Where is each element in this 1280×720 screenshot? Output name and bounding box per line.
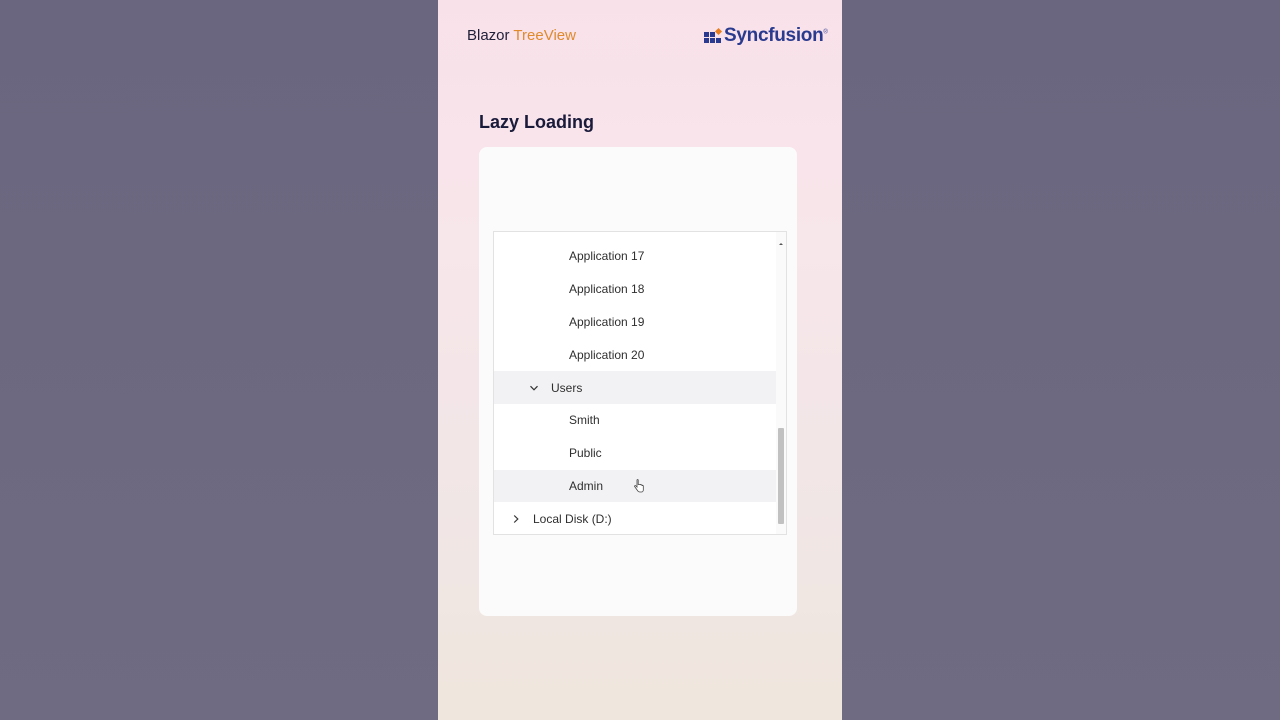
tree-node-public[interactable]: Public	[494, 437, 776, 470]
logo-grid-icon	[704, 27, 723, 46]
vertical-scrollbar[interactable]	[776, 232, 786, 534]
tree-node-application-18[interactable]: Application 18	[494, 273, 776, 306]
brand-accent: TreeView	[513, 27, 576, 44]
tree-node-label: Users	[551, 380, 583, 395]
section-title: Lazy Loading	[479, 112, 595, 132]
left-backdrop	[0, 0, 438, 720]
right-backdrop	[842, 0, 1280, 720]
tree-node-application-19[interactable]: Application 19	[494, 306, 776, 339]
tree-node-label: Local Disk (D:)	[533, 511, 612, 526]
chevron-right-icon[interactable]	[509, 512, 523, 526]
tree-node-label: Application 17	[569, 249, 645, 264]
scroll-up-arrow-icon[interactable]	[778, 234, 784, 245]
tree-node-local-disk-d[interactable]: Local Disk (D:)	[494, 502, 776, 534]
tree-node-label: Application 18	[569, 282, 645, 297]
video-stage: Blazor TreeView Syncfusion® Lazy Loading…	[438, 0, 842, 720]
tree-node-label: Admin	[569, 478, 604, 493]
hand-cursor-icon	[634, 478, 644, 493]
tree-node-application-17[interactable]: Application 17	[494, 240, 776, 273]
tree-node-label: Application 20	[569, 347, 645, 362]
chevron-down-icon[interactable]	[527, 381, 541, 395]
tree-node-application-20[interactable]: Application 20	[494, 338, 776, 371]
syncfusion-logo: Syncfusion®	[704, 22, 828, 50]
tree-node-label: Public	[569, 446, 602, 461]
tree-node-users[interactable]: Users	[494, 371, 776, 404]
tree-node-smith[interactable]: Smith	[494, 404, 776, 437]
tree-list: Application 17 Application 18 Applicatio…	[494, 240, 776, 534]
treeview[interactable]: Application 17 Application 18 Applicatio…	[493, 231, 787, 535]
brand-prefix: Blazor	[467, 27, 514, 44]
logo-text: Syncfusion®	[724, 25, 828, 46]
tree-node-admin[interactable]: Admin	[494, 469, 776, 503]
demo-card: Application 17 Application 18 Applicatio…	[479, 147, 797, 616]
tree-node-label: Application 19	[569, 314, 645, 329]
scroll-down-arrow-icon[interactable]	[778, 526, 784, 532]
tree-node-label: Smith	[569, 413, 600, 428]
brand-title: Blazor TreeView	[467, 27, 576, 44]
scrollbar-thumb[interactable]	[778, 428, 784, 524]
